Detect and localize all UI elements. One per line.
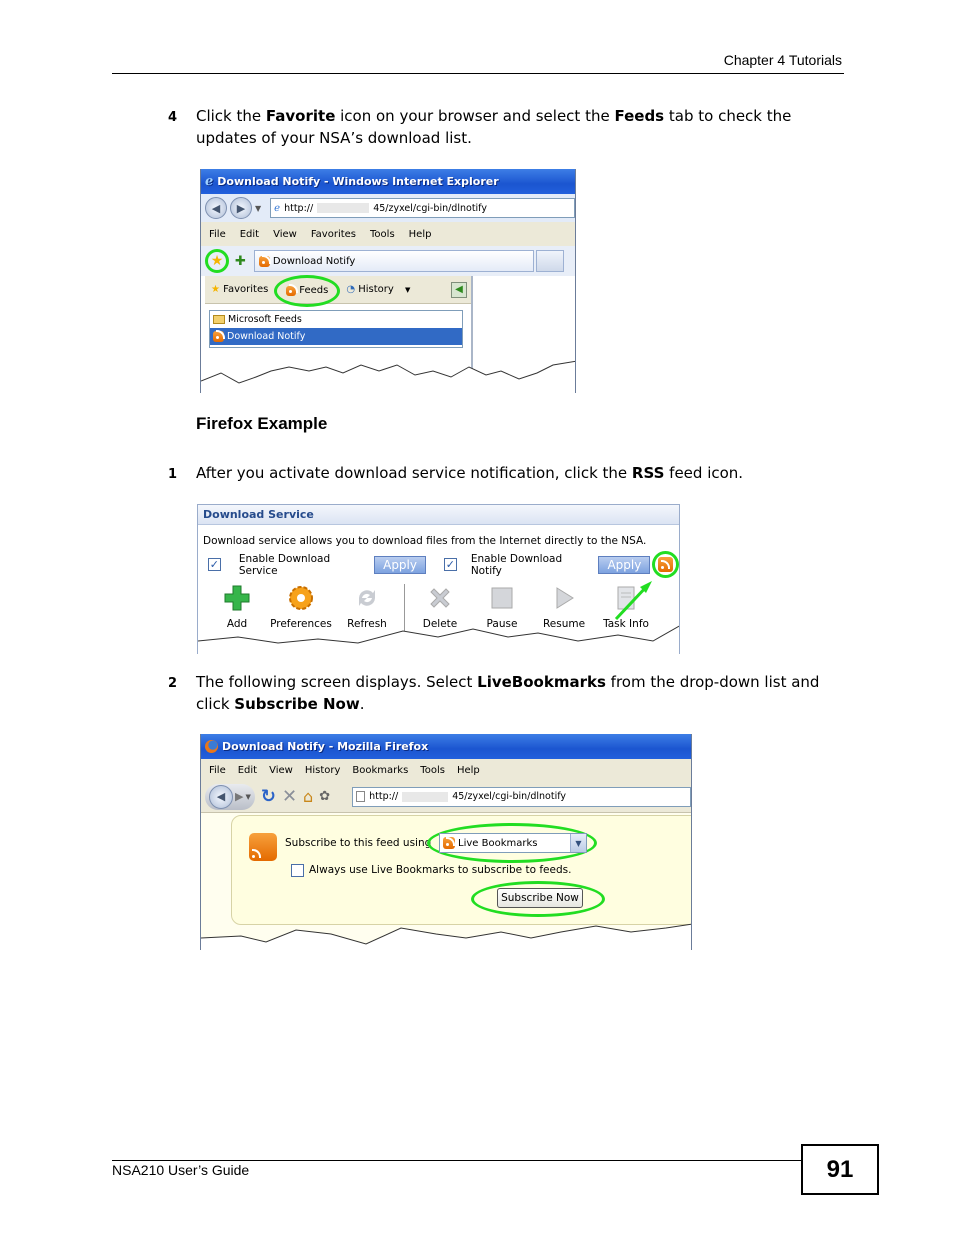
menu-view[interactable]: View <box>273 229 297 240</box>
ie-screenshot: ℯ Download Notify - Windows Internet Exp… <box>200 169 576 393</box>
footer-rule <box>112 1160 802 1161</box>
download-service-screenshot: Download Service Download service allows… <box>197 504 680 654</box>
always-use-label: Always use Live Bookmarks to subscribe t… <box>309 864 572 876</box>
menu-history[interactable]: History <box>305 765 341 776</box>
ff-back-forward: ◀ ▶ ▼ <box>205 783 255 810</box>
star-icon: ★ <box>211 284 220 295</box>
ie-tab-bar: ★ ✚ Download Notify <box>201 246 575 276</box>
ff-title-bar: Download Notify - Mozilla Firefox <box>201 734 691 759</box>
menu-edit[interactable]: Edit <box>240 229 259 240</box>
menu-tools[interactable]: Tools <box>370 229 395 240</box>
step-number: 4 <box>168 110 178 125</box>
ff-address-bar[interactable]: http:// 45/zyxel/cgi-bin/dlnotify <box>352 786 691 807</box>
torn-edge <box>198 625 679 654</box>
ie-title-bar: ℯ Download Notify - Windows Internet Exp… <box>201 169 575 194</box>
favorites-tabs: ★ Favorites Feeds ◔ History ▼ ◀ <box>205 274 471 307</box>
menu-favorites[interactable]: Favorites <box>311 229 356 240</box>
folder-icon <box>213 315 225 324</box>
ff-title: Download Notify - Mozilla Firefox <box>222 740 429 753</box>
firefox-logo-icon <box>205 740 218 753</box>
step-text: After you activate download service noti… <box>196 464 744 482</box>
chevron-down-icon[interactable]: ▼ <box>570 834 586 852</box>
addon-icon[interactable]: ✿ <box>319 789 330 804</box>
feeds-tab[interactable]: Feeds <box>274 274 341 307</box>
section-title: Firefox Example <box>196 414 328 433</box>
ie-logo-icon: ℯ <box>205 174 214 189</box>
ie-title: Download Notify - Windows Internet Explo… <box>217 175 499 188</box>
favorites-tab[interactable]: ★ Favorites <box>211 284 268 295</box>
menu-help[interactable]: Help <box>409 229 432 240</box>
history-dropdown-icon[interactable]: ▼ <box>245 793 250 801</box>
feed-large-icon <box>249 833 277 861</box>
stop-icon[interactable]: ✕ <box>282 786 297 807</box>
nav-dropdown-icon[interactable]: ▼ <box>255 204 261 213</box>
menu-file[interactable]: File <box>209 765 226 776</box>
menu-tools[interactable]: Tools <box>420 765 445 776</box>
forward-arrow-icon[interactable]: ▶ <box>235 790 243 803</box>
menu-view[interactable]: View <box>269 765 293 776</box>
favorites-star-icon[interactable]: ★ <box>211 253 224 269</box>
page-number: 91 <box>801 1144 879 1195</box>
feeds-list: Microsoft Feeds Download Notify <box>209 310 463 348</box>
add-favorite-icon[interactable]: ✚ <box>235 254 246 269</box>
subscribe-label: Subscribe to this feed using <box>285 837 432 849</box>
menu-edit[interactable]: Edit <box>238 765 257 776</box>
favorites-highlight: ★ <box>205 249 229 273</box>
guide-title: NSA210 User’s Guide <box>112 1162 250 1178</box>
page-icon <box>356 791 366 802</box>
history-dropdown-icon: ▼ <box>405 286 411 294</box>
redacted-ip <box>402 791 449 802</box>
back-arrow-icon[interactable]: ◀ <box>209 784 233 809</box>
subscribe-now-button[interactable]: Subscribe Now <box>497 888 583 908</box>
ie-tab[interactable]: Download Notify <box>253 250 534 272</box>
subscribe-select[interactable]: Live Bookmarks ▼ <box>439 833 587 853</box>
redacted-ip <box>317 203 370 213</box>
torn-edge <box>201 923 691 950</box>
feeds-rss-icon <box>286 283 299 296</box>
ff-menu-bar: File Edit View History Bookmarks Tools H… <box>201 759 691 781</box>
feed-item-selected[interactable]: Download Notify <box>210 328 462 345</box>
always-use-checkbox[interactable] <box>291 864 304 877</box>
pin-panel-icon[interactable]: ◀ <box>451 281 467 298</box>
step-number: 1 <box>168 467 178 482</box>
step-text: The following screen displays. Select Li… <box>196 673 820 713</box>
menu-bookmarks[interactable]: Bookmarks <box>352 765 408 776</box>
tab-feed-icon <box>258 254 271 267</box>
new-tab-button[interactable] <box>535 250 564 272</box>
reload-icon[interactable]: ↻ <box>261 786 276 807</box>
menu-file[interactable]: File <box>209 229 226 240</box>
firefox-screenshot: Download Notify - Mozilla Firefox File E… <box>200 734 692 950</box>
history-tab[interactable]: ◔ History ▼ <box>346 284 410 295</box>
ie-address-bar[interactable]: ℯ http:// 45/zyxel/cgi-bin/dlnotify <box>270 198 575 218</box>
feed-rss-icon <box>213 330 225 342</box>
select-rss-icon <box>443 837 455 849</box>
home-icon[interactable]: ⌂ <box>303 787 313 806</box>
step-text: Click the Favorite icon on your browser … <box>196 107 792 147</box>
header-rule <box>112 73 844 74</box>
ie-menu-bar: File Edit View Favorites Tools Help <box>201 222 575 246</box>
page-icon: ℯ <box>274 202 281 214</box>
forward-arrow-icon[interactable]: ▶ <box>230 197 252 219</box>
ff-nav-bar: ◀ ▶ ▼ ↻ ✕ ⌂ ✿ http:// 45/zyxel/cgi-bin/d… <box>201 781 691 813</box>
torn-edge <box>201 360 575 393</box>
ie-nav-bar: ◀ ▶ ▼ ℯ http:// 45/zyxel/cgi-bin/dlnotif… <box>201 194 575 222</box>
back-arrow-icon[interactable]: ◀ <box>205 197 227 219</box>
feed-item-folder[interactable]: Microsoft Feeds <box>210 311 462 328</box>
history-icon: ◔ <box>346 284 356 295</box>
chapter-header: Chapter 4 Tutorials <box>723 52 842 68</box>
menu-help[interactable]: Help <box>457 765 480 776</box>
step-number: 2 <box>168 676 178 691</box>
